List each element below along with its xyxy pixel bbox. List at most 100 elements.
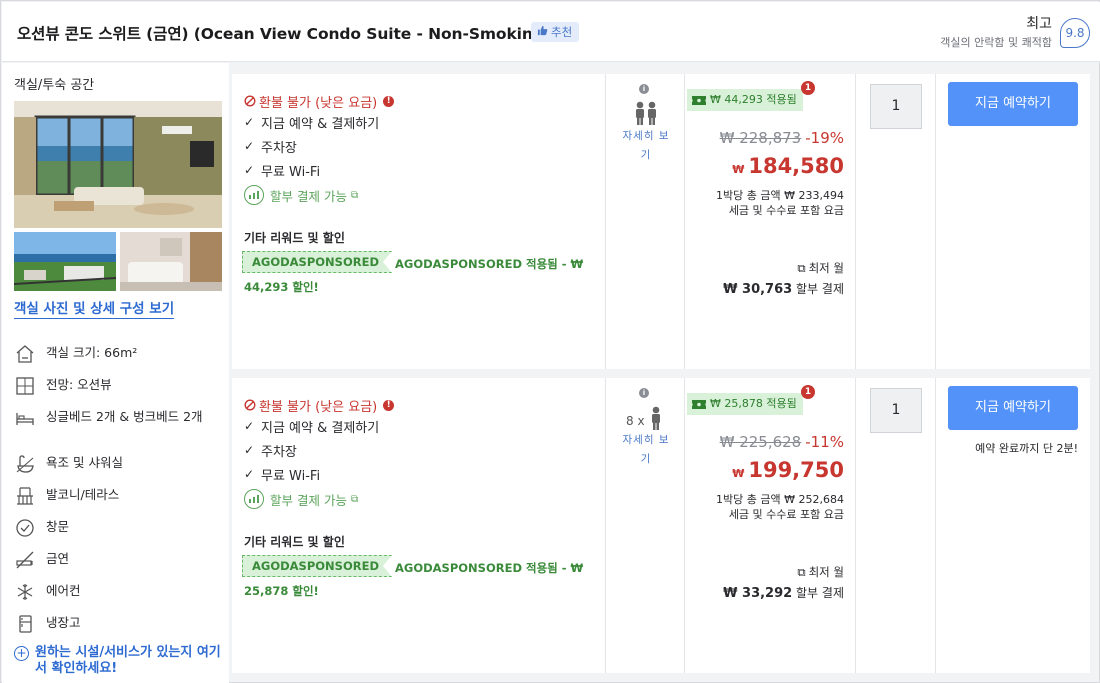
bed-icon [14, 407, 36, 429]
occupancy-details-link[interactable]: 자세히 보기 [620, 431, 672, 469]
coupon-label: ₩ 25,878 적용됨 [710, 397, 797, 410]
final-price-value: 199,750 [748, 458, 844, 482]
book-now-button[interactable]: 지금 예약하기 [948, 82, 1078, 126]
room-details-panel: 객실/투숙 공간 객실 사진 및 상세 구성 보기 객실 크기: 66m² 전망… [2, 63, 229, 683]
amenity-balcony: 발코니/테라스 [14, 487, 219, 507]
view-icon [14, 375, 36, 397]
room-quantity-select[interactable]: 1 [870, 84, 922, 129]
amenity-label: 발코니/테라스 [46, 487, 120, 502]
monthly-suffix: 할부 결제 [796, 586, 844, 600]
monthly-amount: ₩ 30,763 [723, 282, 793, 297]
offer-row-1: 환불 불가 (낮은 요금) ! ✓ 지금 예약 & 결제하기 ✓ 주차장 ✓ 무료 W… [232, 74, 1090, 369]
coupon-count-badge: 1 [801, 81, 815, 95]
monthly-payment: ₩ 30,763 할부 결제 [723, 280, 844, 297]
strikethrough-price: ₩ 225,628 [719, 433, 802, 451]
check-icon: ✓ [244, 163, 255, 177]
amenity-label: 창문 [46, 519, 70, 534]
price-cell: ₩ 25,878 적용됨 1 ₩ 225,628 -11% ₩199,750 1박… [685, 378, 856, 673]
room-card: 오션뷰 콘도 스위트 (금연) (Ocean View Condo Suite … [0, 0, 1100, 683]
booking-hint: 예약 완료까지 단 2분! [975, 442, 1078, 455]
info-icon[interactable]: i [639, 84, 649, 94]
info-icon[interactable]: ! [383, 95, 395, 107]
air-conditioner-icon [14, 581, 36, 603]
offer-row-2: 환불 불가 (낮은 요금) ! ✓ 지금 예약 & 결제하기 ✓ 주차장 ✓ 무료 W… [232, 378, 1090, 673]
other-rewards-title: 기타 리워드 및 할인 [244, 535, 345, 549]
refund-label: 환불 불가 (낮은 요금) [259, 399, 378, 415]
monthly-label: ⧉ 최저 월 [797, 260, 844, 276]
no-smoking-icon [14, 549, 36, 571]
monthly-label: ⧉ 최저 월 [797, 564, 844, 580]
amenity-bed: 싱글베드 2개 & 벙크베드 2개 [14, 409, 219, 429]
benefit-label: 지금 예약 & 결제하기 [261, 116, 380, 132]
original-price: ₩ 225,628 -11% [720, 433, 844, 451]
amenity-label: 냉장고 [46, 615, 81, 630]
room-photo-main[interactable] [14, 101, 222, 228]
refrigerator-icon [14, 613, 36, 635]
amenity-view: 전망: 오션뷰 [14, 377, 219, 397]
refund-policy[interactable]: 환불 불가 (낮은 요금) ! [244, 92, 604, 111]
ticket-icon [692, 95, 706, 105]
benefit-label: 주차장 [261, 140, 297, 156]
amenity-bath: 욕조 및 샤워실 [14, 455, 219, 475]
refund-policy[interactable]: 환불 불가 (낮은 요금) ! [244, 396, 604, 415]
price-total-info: 1박당 총 금액 ₩ 233,494 세금 및 수수료 포함 요금 [716, 188, 844, 218]
coupon-label: ₩ 44,293 적용됨 [710, 93, 797, 106]
room-section-title: 객실/투숙 공간 [14, 78, 95, 93]
final-price-value: 184,580 [748, 154, 844, 178]
check-icon: ✓ [244, 443, 255, 457]
occupancy-cell: i 자세히 보기 [606, 74, 685, 369]
room-photo-thumb-bath[interactable] [120, 232, 222, 291]
benefit-item: ✓ 무료 Wi-Fi [244, 158, 604, 182]
balcony-icon [14, 485, 36, 507]
benefit-item: ✓ 주차장 [244, 134, 604, 158]
facility-check-link[interactable]: + 원하는 시설/서비스가 있는지 여기서 확인하세요! [14, 645, 224, 677]
other-rewards-title: 기타 리워드 및 할인 [244, 231, 345, 245]
offer-benefits: 환불 불가 (낮은 요금) ! ✓ 지금 예약 & 결제하기 ✓ 주차장 ✓ 무료 W… [244, 396, 604, 512]
ban-icon [244, 95, 256, 107]
refund-label: 환불 불가 (낮은 요금) [259, 95, 378, 111]
installment-option[interactable]: 할부 결제 가능 ⧉ [244, 182, 604, 208]
benefit-item: ✓ 지금 예약 & 결제하기 [244, 414, 604, 438]
info-icon[interactable]: i [639, 388, 649, 398]
score-subtitle: 객실의 안락함 및 쾌적함 [940, 36, 1052, 49]
amenity-air-conditioner: 에어컨 [14, 583, 219, 603]
coupon-applied[interactable]: ₩ 44,293 적용됨 [687, 89, 803, 111]
installment-option[interactable]: 할부 결제 가능 ⧉ [244, 486, 604, 512]
plus-circle-icon: + [14, 646, 29, 661]
guest-icon [652, 406, 660, 430]
coupon-applied[interactable]: ₩ 25,878 적용됨 [687, 393, 803, 415]
room-photo-thumb-view[interactable] [14, 232, 116, 291]
total-per-night: 1박당 총 금액 ₩ 252,684 [716, 493, 844, 506]
benefit-item: ✓ 지금 예약 & 결제하기 [244, 110, 604, 134]
installment-label: 할부 결제 가능 [270, 188, 347, 204]
monthly-suffix: 할부 결제 [796, 282, 844, 296]
room-quantity-select[interactable]: 1 [870, 388, 922, 433]
amenity-window: 창문 [14, 519, 219, 539]
quantity-cell: 1 [856, 378, 936, 673]
score-label: 최고 [1026, 16, 1052, 32]
sponsored-discount: 25,878 할인! [244, 584, 319, 598]
currency-symbol: ₩ [732, 163, 745, 176]
total-per-night: 1박당 총 금액 ₩ 233,494 [716, 189, 844, 202]
final-price: ₩184,580 [732, 154, 844, 178]
amenity-label: 객실 크기: 66m² [46, 345, 138, 360]
recommend-label: 추천 [551, 25, 573, 39]
amenity-label: 전망: 오션뷰 [46, 377, 112, 392]
discount-percent: -11% [805, 433, 844, 451]
monthly-amount: ₩ 33,292 [723, 586, 793, 601]
sponsored-text: AGODASPONSORED 적용됨 - ₩ [395, 257, 584, 271]
external-link-icon: ⧉ [797, 260, 806, 275]
info-icon[interactable]: ! [383, 399, 395, 411]
room-photos-link[interactable]: 객실 사진 및 상세 구성 보기 [14, 297, 175, 319]
sponsored-tag: AGODASPONSORED [242, 251, 392, 273]
external-link-icon: ⧉ [797, 564, 806, 579]
book-now-button[interactable]: 지금 예약하기 [948, 386, 1078, 430]
currency-symbol: ₩ [732, 467, 745, 480]
two-guests-icon [636, 101, 656, 125]
benefit-label: 주차장 [261, 444, 297, 460]
amenity-non-smoking: 금연 [14, 551, 219, 571]
benefit-item: ✓ 무료 Wi-Fi [244, 462, 604, 486]
ban-icon [244, 399, 256, 411]
external-link-icon: ⧉ [350, 189, 359, 201]
occupancy-details-link[interactable]: 자세히 보기 [620, 127, 672, 165]
